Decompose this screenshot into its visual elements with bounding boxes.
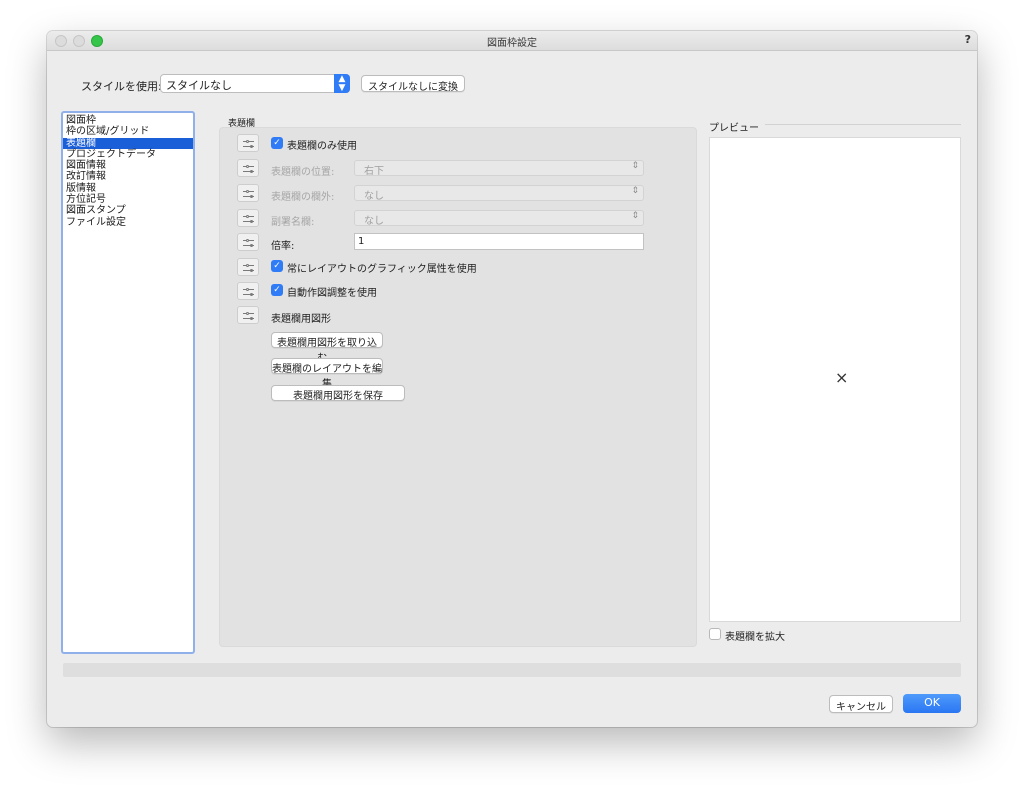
style-select-value: スタイルなし bbox=[166, 79, 232, 92]
sidebar-item-north-arrow[interactable]: 方位記号 bbox=[63, 194, 193, 205]
chevron-updown-icon: ⇕ bbox=[631, 211, 639, 221]
preview-divider bbox=[765, 124, 961, 125]
parameter-link-icon[interactable] bbox=[237, 282, 259, 300]
sidebar-item-sheet-info[interactable]: 図面情報 bbox=[63, 160, 193, 171]
only-titleblock-checkbox[interactable]: ✓ bbox=[271, 137, 283, 149]
convert-to-no-style-button[interactable]: スタイルなしに変換 bbox=[361, 75, 465, 93]
style-label: スタイルを使用: bbox=[81, 80, 162, 93]
parameter-link-icon[interactable] bbox=[237, 134, 259, 152]
parameter-link-icon[interactable] bbox=[237, 258, 259, 276]
sidebar-item-zones-grid[interactable]: 枠の区域/グリッド bbox=[63, 126, 193, 137]
scale-label: 倍率: bbox=[271, 241, 295, 252]
sidebar-item-drawing-border[interactable]: 図面枠 bbox=[63, 115, 193, 126]
titleblock-position-value: 右下 bbox=[364, 166, 384, 177]
parameter-link-icon[interactable] bbox=[237, 306, 259, 324]
sidebar-item-drawing-stamp[interactable]: 図面スタンプ bbox=[63, 205, 193, 216]
subtitle-field-label: 副署名欄: bbox=[271, 217, 315, 228]
parameter-link-icon[interactable] bbox=[237, 233, 259, 251]
sidebar-item-revision-info[interactable]: 改訂情報 bbox=[63, 171, 193, 182]
edit-titleblock-layout-button[interactable]: 表題欄のレイアウトを編集 bbox=[271, 358, 383, 390]
scale-input[interactable]: 1 bbox=[354, 233, 644, 250]
window-title: 図面枠設定 bbox=[487, 38, 537, 49]
only-titleblock-label: 表題欄のみ使用 bbox=[287, 141, 357, 152]
parameter-link-icon[interactable] bbox=[237, 184, 259, 202]
auto-drawing-adjust-checkbox[interactable]: ✓ bbox=[271, 284, 283, 296]
category-list[interactable]: 図面枠 枠の区域/グリッド 表題欄 プロジェクトデータ 図面情報 改訂情報 版情… bbox=[61, 111, 195, 654]
import-titleblock-shape-button[interactable]: 表題欄用図形を取り込む... bbox=[271, 332, 383, 364]
dialog-window: 図面枠設定 ? スタイルを使用: スタイルなし ▲ ▼ スタイルなしに変換 図面枠… bbox=[47, 31, 977, 727]
status-bar bbox=[63, 663, 961, 677]
preview-area: × bbox=[709, 137, 961, 622]
ok-button[interactable]: OK bbox=[903, 694, 961, 713]
parameter-link-icon[interactable] bbox=[237, 159, 259, 177]
titleblock-position-select: 右下 ⇕ bbox=[354, 160, 644, 177]
sidebar-item-project-data[interactable]: プロジェクトデータ bbox=[63, 149, 193, 160]
chevron-updown-icon: ▲ ▼ bbox=[334, 74, 350, 93]
style-select[interactable]: スタイルなし ▲ ▼ bbox=[160, 74, 350, 93]
chevron-updown-icon: ⇕ bbox=[631, 186, 639, 196]
titleblock-outside-value: なし bbox=[364, 191, 384, 202]
preview-label: プレビュー bbox=[709, 123, 759, 134]
chevron-updown-icon: ⇕ bbox=[631, 161, 639, 171]
empty-preview-icon: × bbox=[835, 368, 849, 387]
titleblock-outside-select: なし ⇕ bbox=[354, 185, 644, 202]
cancel-button[interactable]: キャンセル bbox=[829, 695, 893, 713]
always-layout-attributes-label: 常にレイアウトのグラフィック属性を使用 bbox=[287, 264, 477, 275]
subtitle-field-select: なし ⇕ bbox=[354, 210, 644, 227]
sidebar-item-issue-info[interactable]: 版情報 bbox=[63, 183, 193, 194]
auto-drawing-adjust-label: 自動作図調整を使用 bbox=[287, 288, 377, 299]
subtitle-field-value: なし bbox=[364, 216, 384, 227]
save-titleblock-shape-button[interactable]: 表題欄用図形を保存 bbox=[271, 385, 405, 402]
always-layout-attributes-checkbox[interactable]: ✓ bbox=[271, 260, 283, 272]
title-bar: 図面枠設定 ? bbox=[47, 31, 977, 51]
help-icon[interactable]: ? bbox=[965, 33, 971, 46]
titleblock-outside-label: 表題欄の欄外: bbox=[271, 192, 335, 203]
expand-titleblock-label: 表題欄を拡大 bbox=[725, 632, 785, 643]
sidebar-item-title-block[interactable]: 表題欄 bbox=[63, 137, 193, 149]
sidebar-item-file-settings[interactable]: ファイル設定 bbox=[63, 217, 193, 228]
parameter-link-icon[interactable] bbox=[237, 209, 259, 227]
titleblock-shape-label: 表題欄用図形 bbox=[271, 314, 331, 325]
expand-titleblock-checkbox[interactable] bbox=[709, 628, 721, 640]
titleblock-position-label: 表題欄の位置: bbox=[271, 167, 335, 178]
